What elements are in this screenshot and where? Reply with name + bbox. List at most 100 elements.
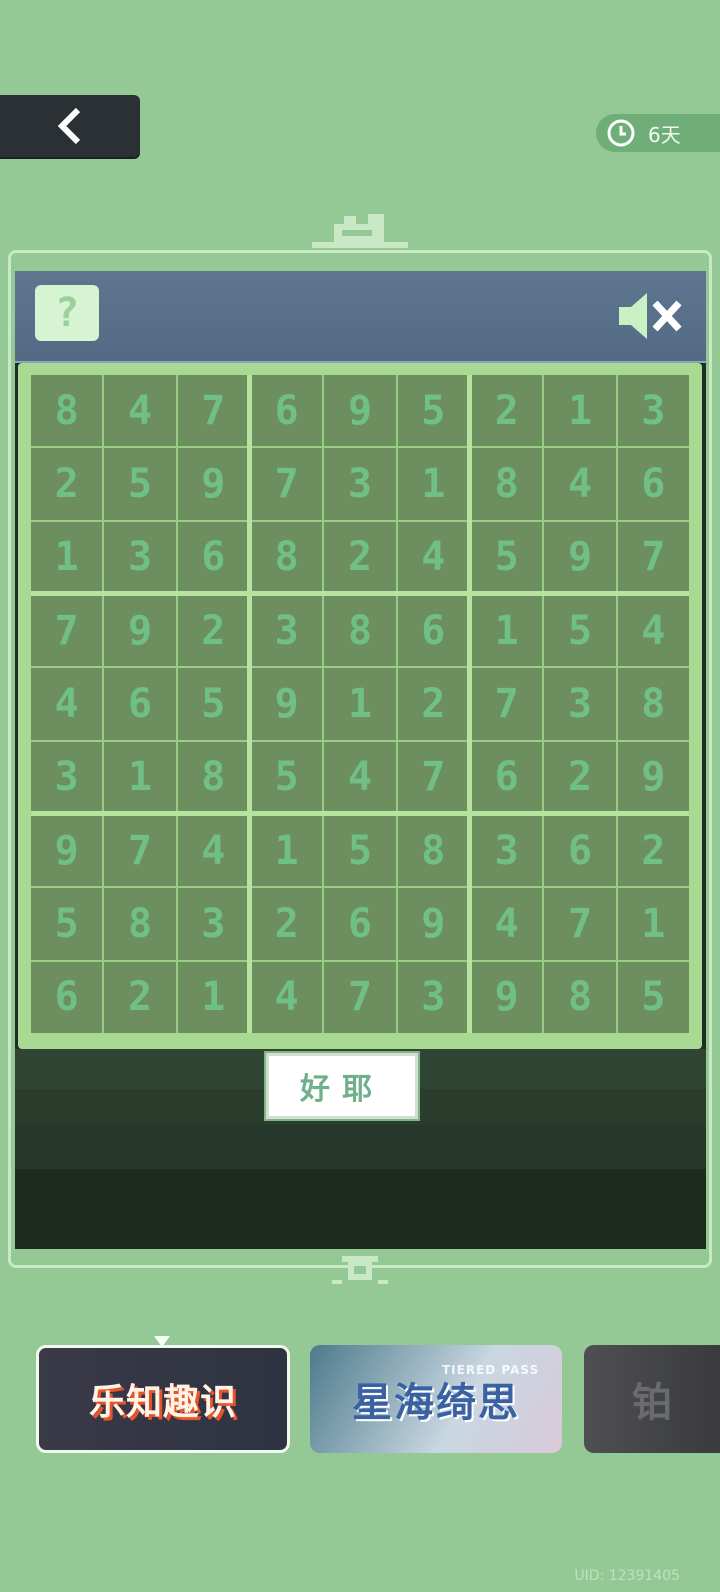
sudoku-cell[interactable]: 7 — [397, 741, 469, 813]
sudoku-cell[interactable]: 6 — [251, 375, 323, 447]
sudoku-cell[interactable]: 2 — [617, 815, 689, 887]
sudoku-cell[interactable]: 4 — [471, 888, 543, 960]
sudoku-cell[interactable]: 8 — [617, 668, 689, 740]
sudoku-cell[interactable]: 1 — [397, 448, 469, 520]
sudoku-cell[interactable]: 3 — [324, 448, 396, 520]
sudoku-cell[interactable]: 2 — [471, 375, 543, 447]
sudoku-cell[interactable]: 5 — [177, 668, 249, 740]
sudoku-cell[interactable]: 4 — [104, 375, 176, 447]
clock-icon — [607, 119, 635, 147]
sudoku-cell[interactable]: 2 — [544, 741, 616, 813]
sudoku-cell[interactable]: 6 — [177, 521, 249, 593]
timer-badge: 6天 — [596, 114, 720, 152]
sudoku-cell[interactable]: 8 — [251, 521, 323, 593]
sudoku-cell[interactable]: 9 — [471, 961, 543, 1033]
sudoku-cell[interactable]: 9 — [397, 888, 469, 960]
sudoku-cell[interactable]: 7 — [544, 888, 616, 960]
sudoku-cell[interactable]: 5 — [324, 815, 396, 887]
sudoku-cell[interactable]: 3 — [617, 375, 689, 447]
sudoku-cell[interactable]: 5 — [471, 521, 543, 593]
card-third[interactable]: 铂 — [584, 1345, 720, 1453]
sudoku-cell[interactable]: 7 — [177, 375, 249, 447]
sudoku-cell[interactable]: 3 — [31, 741, 103, 813]
sudoku-cell[interactable]: 9 — [31, 815, 103, 887]
sudoku-cell[interactable]: 4 — [31, 668, 103, 740]
sudoku-cell[interactable]: 2 — [177, 595, 249, 667]
sudoku-cell[interactable]: 6 — [31, 961, 103, 1033]
sudoku-cell[interactable]: 9 — [617, 741, 689, 813]
chevron-left-icon — [57, 107, 81, 145]
card-xinghaiqisi[interactable]: TIERED PASS 星海绮思 — [310, 1345, 562, 1453]
sudoku-cell[interactable]: 7 — [471, 668, 543, 740]
uid-label: UID: 12391405 — [574, 1568, 680, 1584]
speaker-muted-icon[interactable] — [615, 287, 685, 345]
sudoku-cell[interactable]: 3 — [544, 668, 616, 740]
sudoku-cell[interactable]: 4 — [544, 448, 616, 520]
sudoku-cell[interactable]: 1 — [617, 888, 689, 960]
sudoku-cell[interactable]: 6 — [324, 888, 396, 960]
sudoku-cell[interactable]: 3 — [104, 521, 176, 593]
sudoku-cell[interactable]: 7 — [31, 595, 103, 667]
card-title: 乐知趣识 — [88, 1382, 237, 1423]
sudoku-board-frame: 8476952132597318461368245977923861544659… — [18, 363, 702, 1049]
card-lezhiquzhi[interactable]: 乐知趣识 — [36, 1345, 290, 1453]
question-mark-icon: ? — [54, 290, 80, 336]
sudoku-cell[interactable]: 6 — [397, 595, 469, 667]
sudoku-cell[interactable]: 1 — [31, 521, 103, 593]
sudoku-cell[interactable]: 3 — [397, 961, 469, 1033]
sudoku-cell[interactable]: 1 — [324, 668, 396, 740]
sudoku-cell[interactable]: 4 — [397, 521, 469, 593]
sudoku-cell[interactable]: 8 — [31, 375, 103, 447]
card-subtitle: TIERED PASS — [442, 1363, 540, 1377]
sudoku-cell[interactable]: 8 — [544, 961, 616, 1033]
sudoku-cell[interactable]: 7 — [324, 961, 396, 1033]
sudoku-cell[interactable]: 2 — [251, 888, 323, 960]
sudoku-cell[interactable]: 9 — [544, 521, 616, 593]
sudoku-cell[interactable]: 5 — [544, 595, 616, 667]
sudoku-cell[interactable]: 6 — [471, 741, 543, 813]
timer-text: 6天 — [648, 122, 681, 147]
ok-button[interactable]: 好耶 — [264, 1051, 420, 1121]
back-button[interactable] — [0, 95, 140, 157]
sudoku-cell[interactable]: 7 — [617, 521, 689, 593]
sudoku-cell[interactable]: 4 — [177, 815, 249, 887]
sudoku-cell[interactable]: 1 — [104, 741, 176, 813]
sudoku-cell[interactable]: 2 — [397, 668, 469, 740]
sudoku-cell[interactable]: 4 — [617, 595, 689, 667]
sudoku-cell[interactable]: 1 — [251, 815, 323, 887]
sudoku-cell[interactable]: 5 — [397, 375, 469, 447]
sudoku-cell[interactable]: 4 — [324, 741, 396, 813]
sudoku-cell[interactable]: 2 — [104, 961, 176, 1033]
sudoku-cell[interactable]: 9 — [104, 595, 176, 667]
sudoku-cell[interactable]: 3 — [471, 815, 543, 887]
ornament-bottom — [332, 1256, 388, 1284]
sudoku-cell[interactable]: 7 — [251, 448, 323, 520]
sudoku-cell[interactable]: 8 — [104, 888, 176, 960]
sudoku-cell[interactable]: 2 — [324, 521, 396, 593]
sudoku-cell[interactable]: 1 — [177, 961, 249, 1033]
sudoku-cell[interactable]: 2 — [31, 448, 103, 520]
sudoku-cell[interactable]: 8 — [324, 595, 396, 667]
sudoku-cell[interactable]: 5 — [617, 961, 689, 1033]
sudoku-cell[interactable]: 3 — [251, 595, 323, 667]
sudoku-cell[interactable]: 1 — [544, 375, 616, 447]
sudoku-cell[interactable]: 5 — [31, 888, 103, 960]
sudoku-cell[interactable]: 8 — [397, 815, 469, 887]
help-button[interactable]: ? — [35, 285, 99, 341]
sudoku-cell[interactable]: 4 — [251, 961, 323, 1033]
sudoku-cell[interactable]: 6 — [104, 668, 176, 740]
sudoku-board: 8476952132597318461368245977923861544659… — [31, 375, 689, 1033]
sudoku-cell[interactable]: 8 — [471, 448, 543, 520]
sudoku-cell[interactable]: 7 — [104, 815, 176, 887]
sudoku-cell[interactable]: 8 — [177, 741, 249, 813]
sudoku-cell[interactable]: 3 — [177, 888, 249, 960]
sudoku-cell[interactable]: 6 — [617, 448, 689, 520]
sudoku-cell[interactable]: 5 — [104, 448, 176, 520]
sudoku-cell[interactable]: 9 — [177, 448, 249, 520]
sudoku-cell[interactable]: 6 — [544, 815, 616, 887]
sudoku-cell[interactable]: 9 — [324, 375, 396, 447]
panel-header: ? — [15, 271, 706, 363]
sudoku-cell[interactable]: 1 — [471, 595, 543, 667]
sudoku-cell[interactable]: 9 — [251, 668, 323, 740]
sudoku-cell[interactable]: 5 — [251, 741, 323, 813]
